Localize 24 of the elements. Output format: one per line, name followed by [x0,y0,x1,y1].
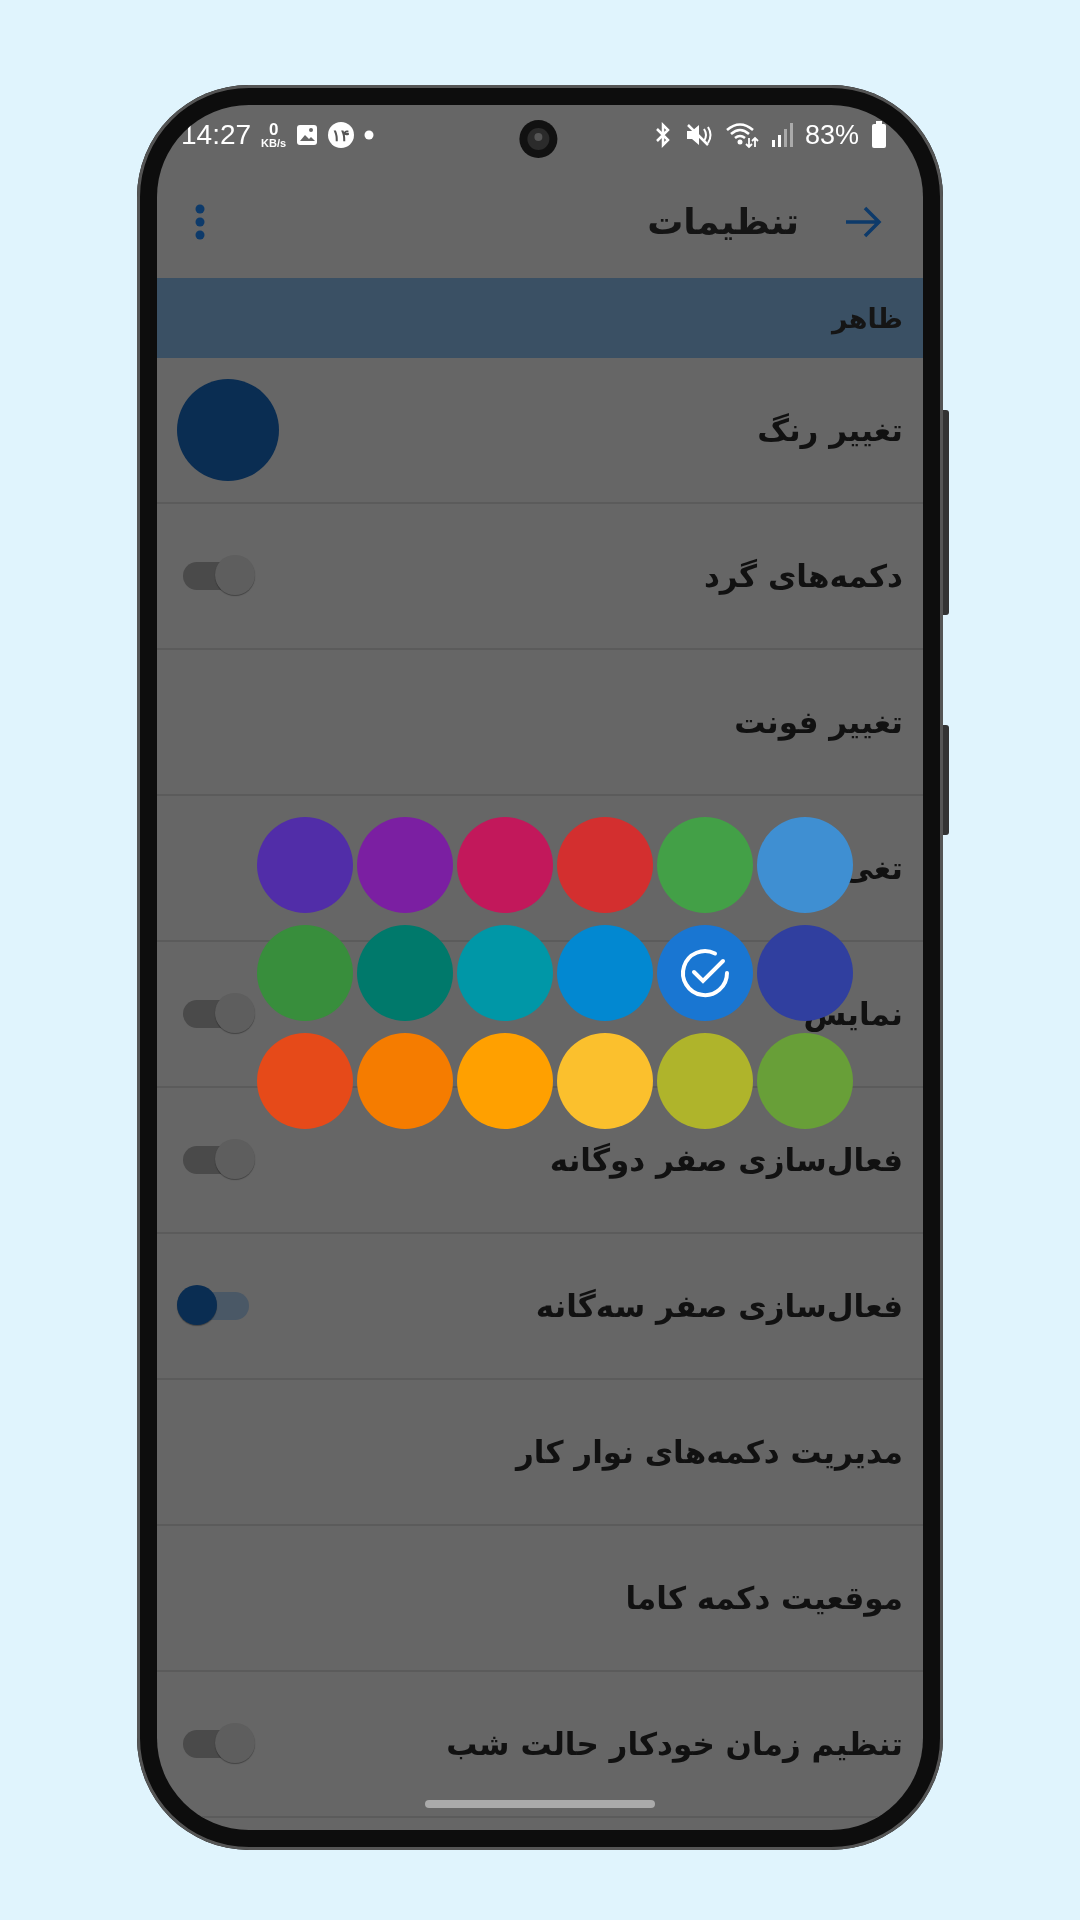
screen-title: تنظیمات [647,201,799,242]
setting-label: نمایش [803,996,903,1032]
camera-icon [518,119,559,159]
mute-icon [684,122,713,148]
setting-label: دکمه‌های گرد [703,558,903,594]
setting-label: تغییر رنگ [757,412,903,448]
network-speed: 0 [268,121,279,138]
image-icon [296,124,319,146]
setting-label: فعال‌سازی صفر دوگانه [549,1142,903,1178]
dot-icon [364,130,375,140]
battery-level: 83% [804,119,859,151]
setting-label: موقعیت دکمه کاما [625,1580,903,1616]
setting-label: فعال‌سازی صفر سه‌گانه [535,1288,903,1324]
signal-icon [770,122,793,148]
battery-icon [871,121,887,149]
clock-time: 14:27 [181,119,252,151]
network-speed-unit: KB/s [261,138,287,149]
setting-label: تغییر فونت [734,704,903,740]
notification-badge: ۱۴ [328,122,355,148]
home-indicator[interactable] [425,1800,655,1808]
setting-label: مدیریت دکمه‌های نوار کار [516,1434,903,1470]
section-title: ظاهر [831,302,903,334]
setting-label: تنظیم زمان خودکار حالت شب [446,1726,903,1762]
wifi-icon [724,121,759,149]
